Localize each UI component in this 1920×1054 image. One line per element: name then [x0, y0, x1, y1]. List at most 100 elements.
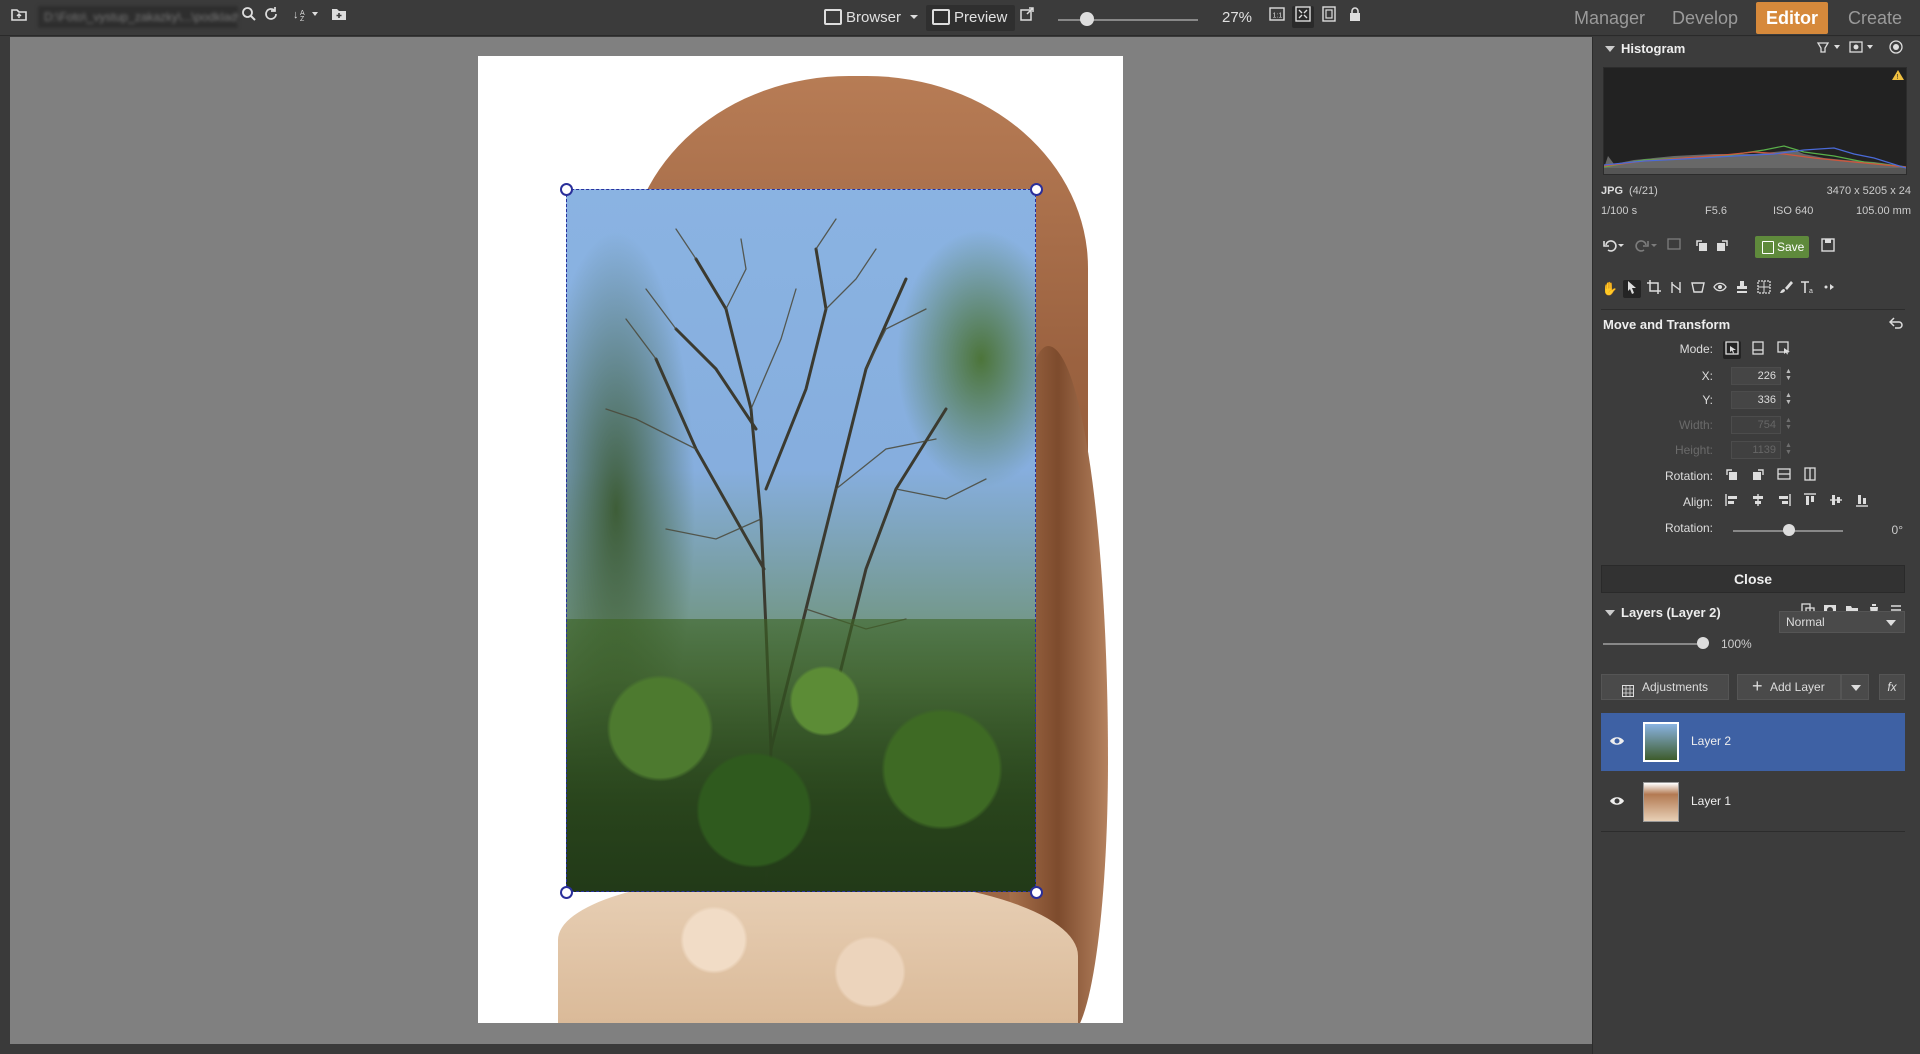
flip-vertical-icon[interactable] — [1775, 467, 1793, 485]
align-top-icon[interactable] — [1801, 493, 1819, 511]
x-stepper-icon[interactable]: ▲ ▼ — [1785, 368, 1793, 382]
collapse-triangle-icon — [1605, 610, 1615, 616]
save-as-icon[interactable] — [1819, 237, 1837, 255]
width-stepper-icon[interactable]: ▲ ▼ — [1785, 417, 1793, 431]
align-right-icon[interactable] — [1775, 493, 1793, 511]
search-icon[interactable] — [238, 6, 260, 28]
selection-frame[interactable] — [566, 189, 1036, 892]
lock-icon[interactable] — [1344, 6, 1366, 28]
add-layer-label: Add Layer — [1770, 680, 1825, 694]
straighten-tool-icon[interactable] — [1667, 280, 1685, 298]
path-field[interactable]: D:\Foto\_vystup_zakazky\...\podklady — [38, 6, 238, 28]
height-stepper-icon[interactable]: ▲ ▼ — [1785, 442, 1793, 456]
save-button[interactable]: Save — [1755, 236, 1809, 258]
collapse-triangle-icon — [1605, 46, 1615, 52]
bottom-collapsed-panel[interactable] — [0, 1044, 1592, 1054]
tab-develop[interactable]: Develop — [1662, 2, 1748, 34]
layer-name: Layer 1 — [1691, 794, 1732, 808]
fx-button[interactable]: fx — [1879, 674, 1905, 700]
transform-handle-bottom-left[interactable] — [560, 886, 573, 899]
rotate-right-icon[interactable] — [1713, 237, 1731, 255]
y-stepper-icon[interactable]: ▲ ▼ — [1785, 392, 1793, 406]
flip-horizontal-icon[interactable] — [1801, 467, 1819, 485]
rotation-slider-label: Rotation: — [1664, 521, 1713, 535]
x-input[interactable]: 226 — [1731, 367, 1781, 385]
opacity-slider-track[interactable] — [1603, 643, 1703, 645]
align-left-icon[interactable] — [1723, 493, 1741, 511]
reset-icon[interactable] — [1887, 316, 1905, 334]
clone-stamp-tool-icon[interactable] — [1733, 280, 1751, 298]
rotate-cw-icon[interactable] — [1749, 467, 1767, 485]
text-tool-icon[interactable]: a — [1799, 280, 1817, 298]
browser-button[interactable]: Browser — [818, 5, 909, 31]
height-input[interactable]: 1139 — [1731, 441, 1781, 459]
align-center-h-icon[interactable] — [1749, 493, 1767, 511]
blend-mode-select[interactable]: Normal — [1779, 611, 1905, 633]
transform-handle-bottom-right[interactable] — [1030, 886, 1043, 899]
visibility-eye-icon[interactable] — [1609, 734, 1625, 748]
display-options-icon[interactable] — [1848, 39, 1878, 61]
layer-row-layer-1[interactable]: Layer 1 — [1601, 773, 1905, 831]
fit-screen-icon[interactable] — [1292, 6, 1314, 28]
file-format: JPG — [1601, 185, 1624, 197]
hand-tool-icon[interactable]: ✋ — [1601, 280, 1619, 298]
move-tool-icon[interactable] — [1623, 280, 1641, 298]
rotation-slider-thumb[interactable] — [1783, 524, 1795, 536]
zoom-slider-thumb[interactable] — [1080, 12, 1094, 26]
mode-move-icon[interactable] — [1723, 341, 1741, 359]
left-collapsed-panel[interactable] — [0, 37, 10, 1044]
adjustments-icon — [1622, 681, 1634, 705]
add-layer-dropdown[interactable] — [1841, 674, 1869, 700]
browser-dropdown-icon[interactable] — [906, 8, 922, 30]
new-folder-icon[interactable] — [328, 6, 350, 28]
history-icon[interactable] — [1665, 237, 1683, 255]
close-button[interactable]: Close — [1601, 565, 1905, 593]
zoom-value: 27% — [1222, 9, 1253, 26]
crop-tool-icon[interactable] — [1645, 280, 1663, 298]
layer-thumbnail — [1643, 782, 1679, 822]
mode-scale-icon[interactable] — [1749, 341, 1767, 359]
brush-tool-icon[interactable] — [1777, 280, 1795, 298]
preview-icon — [932, 9, 950, 25]
width-input[interactable]: 754 — [1731, 416, 1781, 434]
histogram-options-icon[interactable] — [1815, 39, 1845, 61]
folder-up-icon[interactable] — [8, 6, 30, 28]
rotate-left-icon[interactable] — [1693, 237, 1711, 255]
svg-text:↓: ↓ — [293, 9, 299, 21]
external-open-icon[interactable] — [1016, 6, 1038, 28]
fill-screen-icon[interactable] — [1318, 6, 1340, 28]
layer-row-layer-2[interactable]: Layer 2 — [1601, 713, 1905, 771]
align-bottom-icon[interactable] — [1853, 493, 1871, 511]
y-label: Y: — [1702, 393, 1713, 407]
sort-icon[interactable]: ↓ A Z — [290, 6, 324, 28]
image-dimensions: 3470 x 5205 x 24 — [1826, 185, 1911, 197]
tab-create[interactable]: Create — [1838, 2, 1912, 34]
opacity-slider-thumb[interactable] — [1697, 637, 1709, 649]
more-tools-icon[interactable] — [1821, 280, 1839, 298]
transform-handle-top-left[interactable] — [560, 183, 573, 196]
mode-transform-icon[interactable] — [1775, 341, 1793, 359]
visibility-eye-icon[interactable] — [1609, 794, 1625, 808]
perspective-tool-icon[interactable] — [1689, 280, 1707, 298]
adjustments-button[interactable]: Adjustments — [1601, 674, 1729, 700]
rotate-ccw-icon[interactable] — [1723, 467, 1741, 485]
add-layer-button[interactable]: + Add Layer — [1737, 674, 1841, 700]
selection-tool-icon[interactable] — [1755, 280, 1773, 298]
refresh-icon[interactable] — [260, 6, 282, 28]
settings-circle-icon[interactable] — [1885, 39, 1907, 61]
height-label: Height: — [1674, 443, 1713, 457]
y-input[interactable]: 336 — [1731, 391, 1781, 409]
red-eye-tool-icon[interactable] — [1711, 280, 1729, 298]
align-center-v-icon[interactable] — [1827, 493, 1845, 511]
tab-manager[interactable]: Manager — [1564, 2, 1655, 34]
redo-icon[interactable] — [1633, 237, 1659, 255]
histogram-curves: ! — [1603, 70, 1907, 174]
tab-editor[interactable]: Editor — [1756, 2, 1828, 34]
transform-handle-top-right[interactable] — [1030, 183, 1043, 196]
undo-icon[interactable] — [1601, 237, 1627, 255]
preview-button[interactable]: Preview — [926, 5, 1016, 31]
layer-thumbnail — [1643, 722, 1679, 762]
zoom-1-1-icon[interactable]: 1:1 — [1266, 6, 1288, 28]
zoom-slider-track[interactable] — [1058, 19, 1198, 21]
rotation-label: Rotation: — [1664, 469, 1713, 483]
